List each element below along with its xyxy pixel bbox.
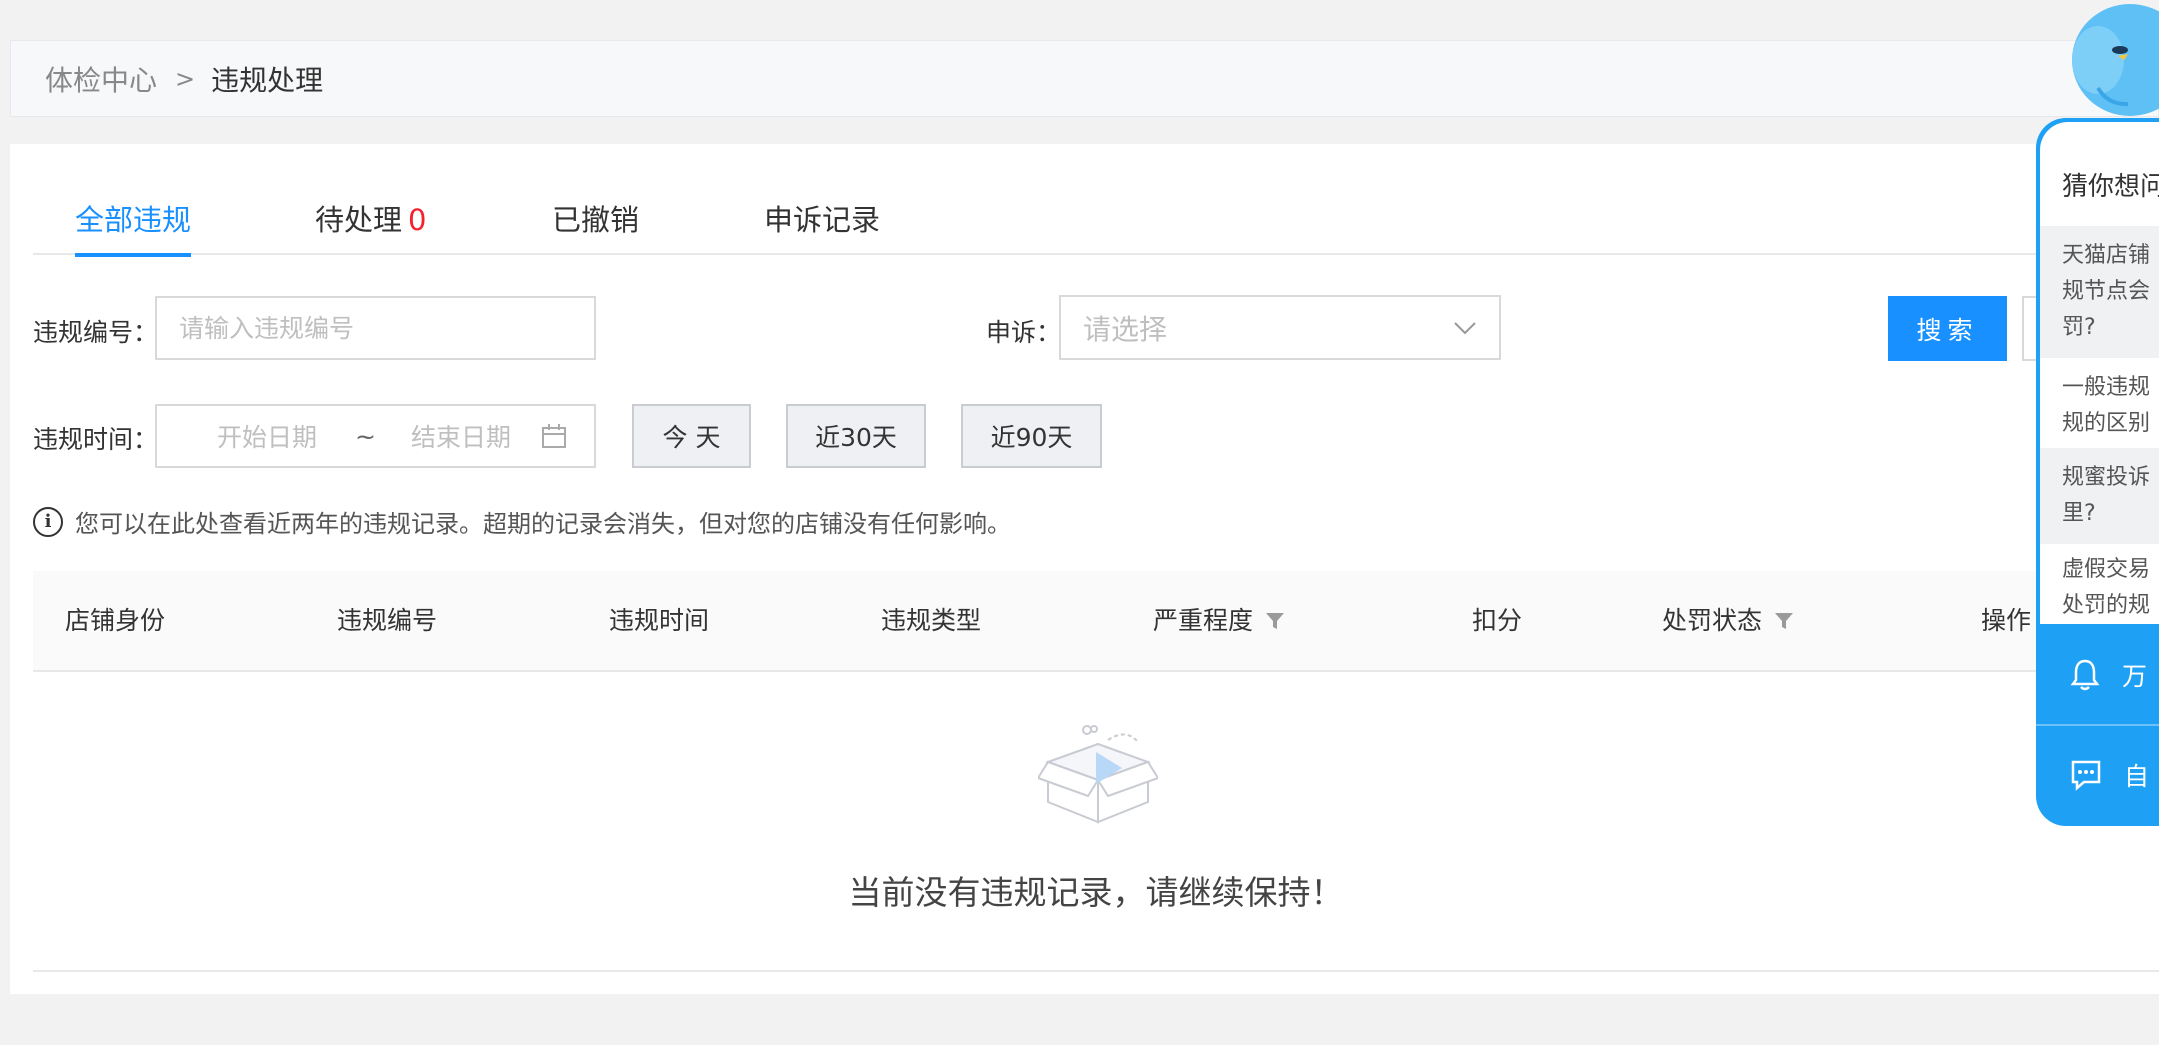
col-actions: 操作: [1981, 605, 2032, 635]
help-question[interactable]: 虚假交易 处罚的规: [2040, 540, 2159, 636]
help-panel-title: 猜你想问: [2062, 172, 2159, 202]
tab-bar: 全部违规 待处理 0 已撤销 申诉记录: [33, 184, 2133, 257]
start-date-placeholder[interactable]: 开始日期: [217, 418, 317, 454]
end-date-placeholder[interactable]: 结束日期: [411, 418, 511, 454]
chevron-down-icon: [1454, 321, 1476, 334]
main-card: 全部违规 待处理0 已撤销 申诉记录 违规编号： 申诉： 请选择 搜索 违规时间…: [10, 144, 2159, 994]
breadcrumb: 体检中心 > 违规处理: [10, 40, 2159, 117]
violation-time-label: 违规时间：: [33, 425, 159, 454]
appeal-label: 申诉：: [986, 318, 1062, 347]
help-question-line: 规的区别: [2062, 411, 2151, 436]
help-question[interactable]: 天猫店铺 规节点会 罚?: [2040, 226, 2159, 358]
notification-action-label: 万: [2122, 662, 2148, 691]
tab-label: 申诉记录: [764, 203, 881, 237]
help-question[interactable]: 规蜜投诉 里?: [2040, 448, 2159, 544]
help-question-line: 罚?: [2062, 315, 2096, 340]
tab-label: 全部违规: [75, 203, 192, 237]
filter-icon[interactable]: [1774, 611, 1794, 631]
empty-state-text: 当前没有违规记录，请继续保持！: [848, 873, 1344, 912]
chat-action-label: 自: [2124, 762, 2150, 791]
pending-count: 0: [408, 203, 427, 237]
help-question-line: 天猫店铺: [2062, 243, 2151, 268]
violation-no-input[interactable]: [157, 298, 594, 358]
tab-all-violations[interactable]: 全部违规: [75, 184, 192, 257]
date-range-picker[interactable]: 开始日期 ~ 结束日期: [155, 404, 596, 468]
help-question-line: 虚假交易: [2062, 557, 2151, 582]
col-violation-type: 违规类型: [881, 605, 982, 635]
violation-no-field[interactable]: [155, 296, 596, 360]
info-icon: i: [33, 506, 63, 537]
col-violation-time: 违规时间: [609, 605, 710, 635]
search-button[interactable]: 搜索: [1888, 296, 2007, 361]
breadcrumb-separator: >: [175, 64, 196, 93]
tab-label: 已撤销: [552, 203, 640, 237]
date-range-separator: ~: [355, 421, 376, 451]
help-question-line: 处罚的规: [2062, 593, 2151, 618]
violation-no-label: 违规编号：: [33, 318, 159, 347]
help-question-line: 一般违规: [2062, 375, 2151, 400]
bell-icon: [2070, 659, 2100, 691]
mascot-icon[interactable]: [2058, 0, 2159, 125]
col-severity-label: 严重程度: [1153, 605, 1254, 635]
appeal-select[interactable]: 请选择: [1059, 295, 1501, 360]
last-30-days-button[interactable]: 近30天: [786, 404, 926, 468]
today-button[interactable]: 今 天: [632, 404, 751, 468]
help-question-line: 规节点会: [2062, 279, 2151, 304]
breadcrumb-current: 违规处理: [211, 63, 324, 97]
appeal-select-placeholder: 请选择: [1083, 312, 1168, 346]
filter-icon[interactable]: [1265, 611, 1285, 631]
chat-icon: [2071, 760, 2101, 791]
help-question[interactable]: 一般违规 规的区别: [2040, 358, 2159, 454]
empty-state: 当前没有违规记录，请继续保持！: [33, 672, 2159, 972]
col-penalty-status: 处罚状态: [1662, 571, 1794, 670]
tab-appeal-records[interactable]: 申诉记录: [764, 184, 880, 255]
col-store-identity: 店铺身份: [65, 605, 166, 635]
col-penalty-status-label: 处罚状态: [1662, 605, 1763, 635]
table-header: 店铺身份 违规编号 违规时间 违规类型 严重程度 扣分 处罚状态 操作: [33, 571, 2159, 672]
tab-revoked[interactable]: 已撤销: [552, 184, 639, 255]
breadcrumb-root[interactable]: 体检中心: [45, 59, 157, 99]
last-90-days-button[interactable]: 近90天: [961, 404, 1102, 468]
help-panel: 猜你想问 天猫店铺 规节点会 罚? 一般违规 规的区别 规蜜投诉 里? 虚假交易…: [2036, 118, 2159, 826]
help-panel-body: 猜你想问 天猫店铺 规节点会 罚? 一般违规 规的区别 规蜜投诉 里? 虚假交易…: [2040, 122, 2159, 624]
chat-action[interactable]: 自: [2036, 726, 2159, 824]
tab-pending[interactable]: 待处理 0: [315, 184, 426, 255]
info-tip-text: 您可以在此处查看近两年的违规记录。超期的记录会消失，但对您的店铺没有任何影响。: [75, 510, 1011, 538]
col-severity: 严重程度: [1153, 571, 1285, 670]
notification-action[interactable]: 万: [2036, 626, 2159, 724]
col-violation-no: 违规编号: [337, 605, 438, 635]
tab-label: 待处理: [315, 203, 403, 237]
empty-box-icon: [1038, 725, 1158, 824]
col-points: 扣分: [1472, 605, 1523, 635]
info-tip: i 您可以在此处查看近两年的违规记录。超期的记录会消失，但对您的店铺没有任何影响…: [33, 504, 1011, 539]
help-question-line: 规蜜投诉: [2062, 465, 2151, 490]
help-question-line: 里?: [2062, 501, 2096, 526]
calendar-icon: [542, 424, 566, 448]
